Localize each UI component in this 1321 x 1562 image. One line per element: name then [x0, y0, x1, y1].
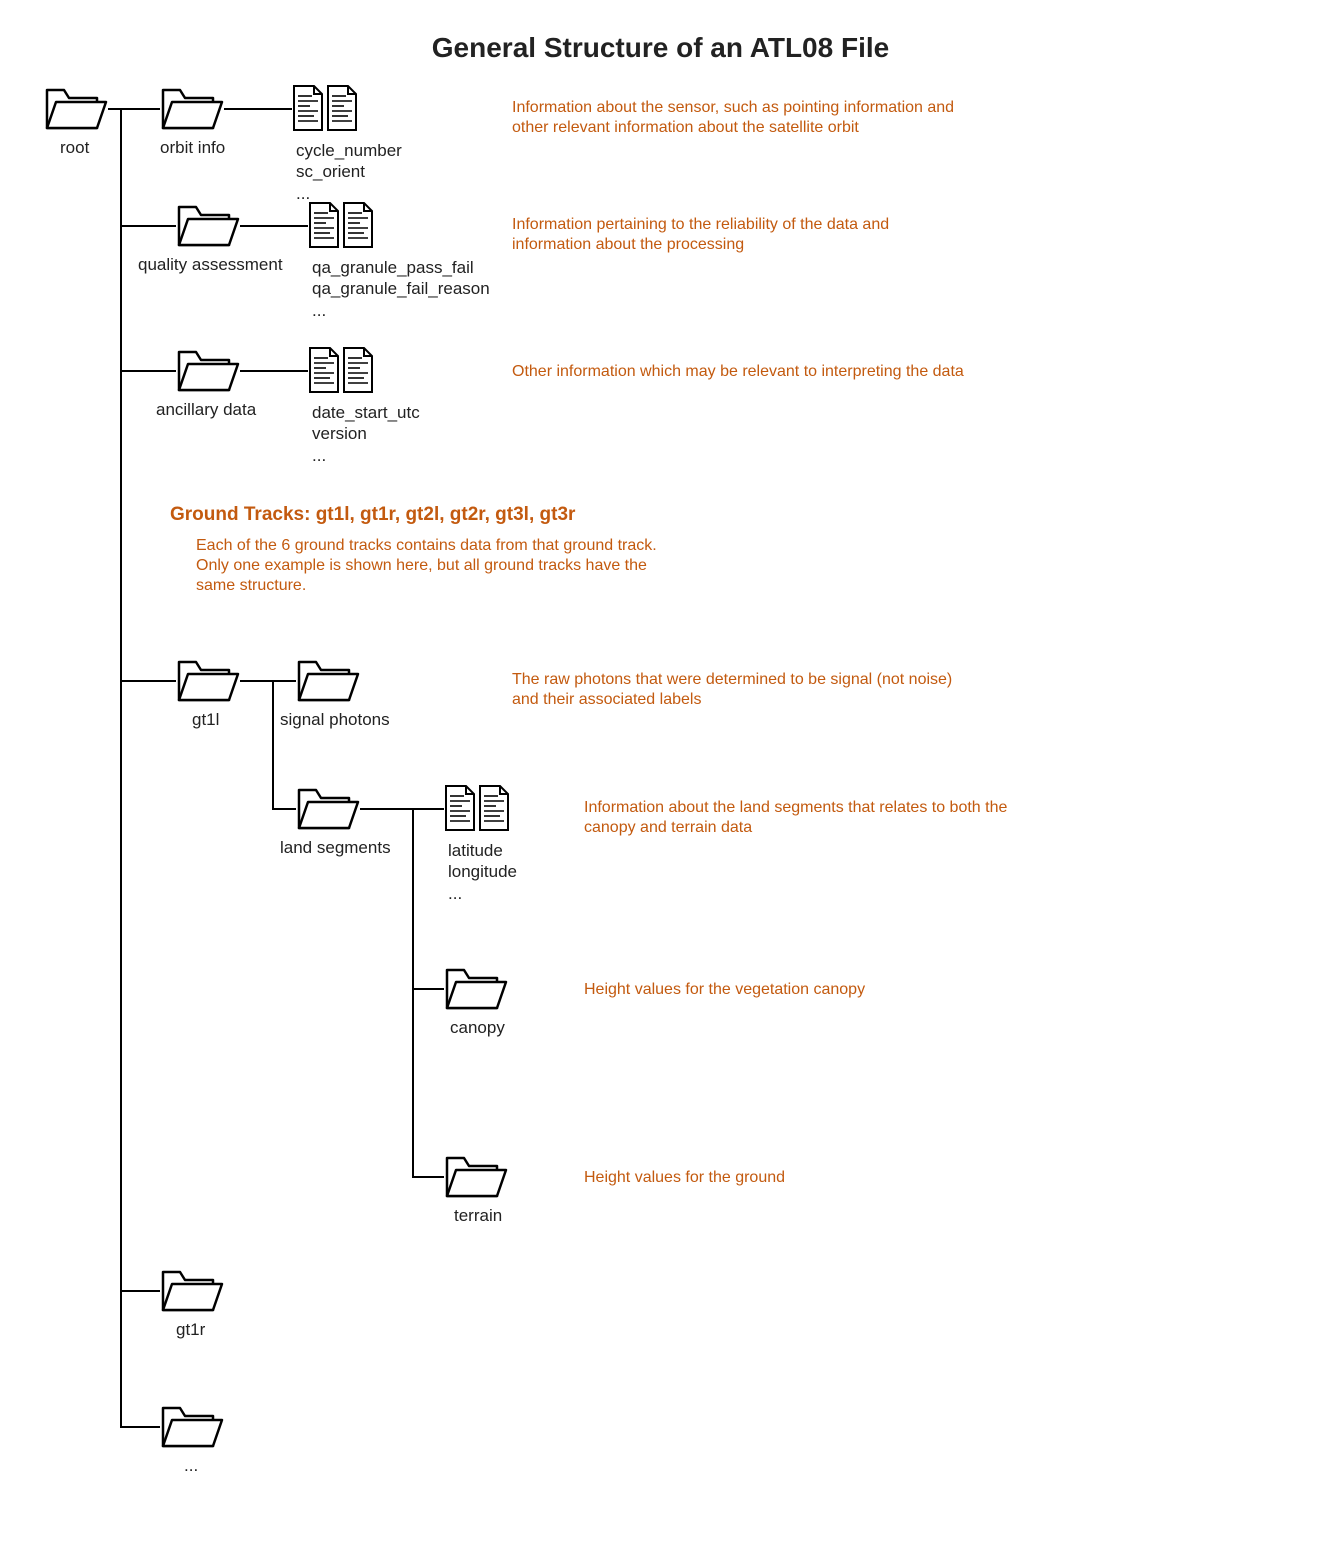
- connector-line: [224, 108, 292, 110]
- land-description: Information about the land segments that…: [584, 798, 1007, 838]
- folder-icon: [444, 1152, 510, 1202]
- connector-line: [412, 1176, 444, 1178]
- diagram-title: General Structure of an ATL08 File: [0, 32, 1321, 64]
- connector-line: [240, 680, 272, 682]
- files-icon: [308, 201, 374, 251]
- quality-description: Information pertaining to the reliabilit…: [512, 215, 889, 255]
- orbit-description: Information about the sensor, such as po…: [512, 98, 954, 138]
- more-label: ...: [184, 1456, 198, 1476]
- files-icon: [292, 84, 358, 134]
- folder-icon: [176, 201, 242, 251]
- orbit-info-label: orbit info: [160, 138, 225, 158]
- connector-line: [120, 108, 160, 110]
- files-icon: [444, 784, 510, 834]
- folder-icon: [176, 346, 242, 396]
- terrain-description: Height values for the ground: [584, 1168, 785, 1188]
- folder-icon: [296, 784, 362, 834]
- ancillary-files-label: date_start_utc version ...: [312, 402, 420, 466]
- quality-files-label: qa_granule_pass_fail qa_granule_fail_rea…: [312, 257, 490, 321]
- land-files-label: latitude longitude ...: [448, 840, 517, 904]
- land-segments-label: land segments: [280, 838, 391, 858]
- connector-line: [272, 680, 296, 682]
- connector-line: [120, 1426, 160, 1428]
- canopy-label: canopy: [450, 1018, 505, 1038]
- ancillary-label: ancillary data: [156, 400, 256, 420]
- connector-line: [120, 225, 176, 227]
- connector-line: [412, 808, 414, 1178]
- root-label: root: [60, 138, 89, 158]
- connector-line: [120, 108, 122, 1428]
- connector-line: [412, 988, 444, 990]
- signal-photons-label: signal photons: [280, 710, 390, 730]
- terrain-label: terrain: [454, 1206, 502, 1226]
- ground-tracks-heading: Ground Tracks: gt1l, gt1r, gt2l, gt2r, g…: [170, 504, 575, 526]
- signal-description: The raw photons that were determined to …: [512, 670, 952, 710]
- orbit-files-label: cycle_number sc_orient ...: [296, 140, 402, 204]
- canopy-description: Height values for the vegetation canopy: [584, 980, 865, 1000]
- connector-line: [272, 680, 274, 810]
- connector-line: [360, 808, 412, 810]
- connector-line: [272, 808, 296, 810]
- folder-icon: [160, 1402, 226, 1452]
- connector-line: [240, 370, 308, 372]
- folder-icon: [444, 964, 510, 1014]
- ancillary-description: Other information which may be relevant …: [512, 362, 964, 382]
- folder-icon: [160, 1266, 226, 1316]
- folder-icon: [176, 656, 242, 706]
- connector-line: [120, 680, 176, 682]
- gt1l-label: gt1l: [192, 710, 219, 730]
- gt1r-label: gt1r: [176, 1320, 205, 1340]
- connector-line: [412, 808, 444, 810]
- files-icon: [308, 346, 374, 396]
- folder-icon: [160, 84, 226, 134]
- ground-tracks-subtext: Each of the 6 ground tracks contains dat…: [196, 536, 657, 596]
- folder-icon: [296, 656, 362, 706]
- connector-line: [120, 370, 176, 372]
- connector-line: [240, 225, 308, 227]
- connector-line: [120, 1290, 160, 1292]
- folder-icon: [44, 84, 110, 134]
- quality-label: quality assessment: [138, 255, 283, 275]
